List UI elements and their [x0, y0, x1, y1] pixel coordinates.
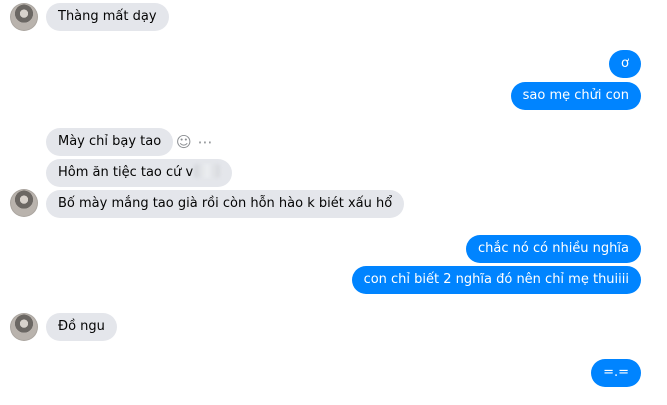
message-bubble-outgoing[interactable]: con chỉ biết 2 nghĩa đó nên chỉ mẹ thuii…	[351, 266, 641, 294]
sender-avatar[interactable]	[10, 3, 38, 31]
message-bubble-outgoing[interactable]: chắc nó có nhiều nghĩa	[466, 235, 641, 263]
message-text: ơ	[621, 56, 629, 71]
sender-avatar[interactable]	[10, 189, 38, 217]
message-bubble-outgoing[interactable]: ơ	[609, 50, 641, 78]
message-actions: ☺ ⋯	[176, 133, 213, 151]
redacted-text	[194, 164, 221, 178]
message-text: =.=	[603, 365, 629, 380]
message-text: Thàng mất dạy	[58, 9, 157, 24]
message-text: con chỉ biết 2 nghĩa đó nên chỉ mẹ thuii…	[363, 272, 629, 287]
message-bubble-outgoing[interactable]: =.=	[591, 359, 641, 387]
message-bubble-incoming[interactable]: Hôm ăn tiệc tao cứ v	[46, 159, 233, 187]
more-options-icon[interactable]: ⋯	[198, 133, 213, 151]
message-text: Đồ ngu	[58, 319, 105, 334]
message-bubble-incoming[interactable]: Mày chỉ bạy tao	[46, 128, 174, 156]
message-bubble-incoming[interactable]: Thàng mất dạy	[46, 3, 169, 31]
message-text: Bố mày mắng tao già rồi còn hỗn hào k bi…	[58, 196, 393, 211]
sender-avatar[interactable]	[10, 313, 38, 341]
smiley-face-icon[interactable]: ☺	[176, 133, 192, 151]
message-bubble-incoming[interactable]: Bố mày mắng tao già rồi còn hỗn hào k bi…	[46, 190, 405, 218]
message-text: sao mẹ chửi con	[522, 88, 629, 103]
message-text: Mày chỉ bạy tao	[58, 134, 162, 149]
message-bubble-incoming[interactable]: Đồ ngu	[46, 313, 117, 341]
message-text: Hôm ăn tiệc tao cứ v	[58, 165, 194, 180]
message-text: chắc nó có nhiều nghĩa	[478, 241, 629, 256]
message-bubble-outgoing[interactable]: sao mẹ chửi con	[510, 82, 641, 110]
